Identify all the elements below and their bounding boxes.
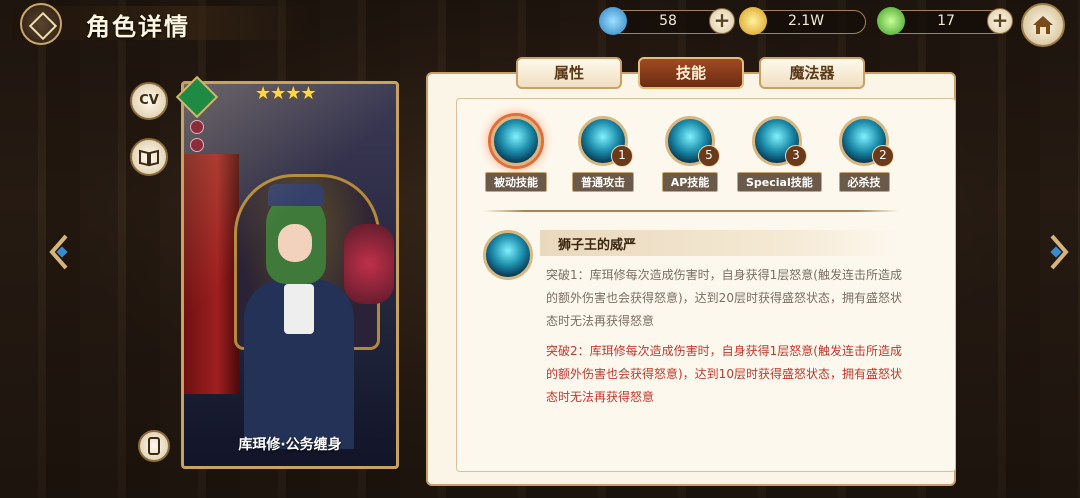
book-icon: [139, 149, 159, 167]
swap-icon: [148, 437, 160, 455]
resource-gold: 2.1W: [739, 7, 866, 35]
wind-skill-icon: 5: [665, 116, 720, 167]
divider: [483, 210, 899, 212]
wings-value: 58: [659, 13, 677, 29]
breakthrough-2-text: 突破2：库珥修每次造成伤害时，自身获得1层怒意(触发连击所造成的额外伤害也会获得…: [546, 344, 902, 404]
skill-normal-attack[interactable]: 1 普通攻击: [563, 116, 643, 192]
gold-coin-icon: [739, 7, 767, 35]
green-crystal-icon: [877, 7, 905, 35]
skill-level-badge: 2: [872, 145, 894, 167]
page-title: 角色详情: [86, 13, 190, 41]
skill-label: 必杀技: [838, 172, 890, 192]
resource-crystal: 17 +: [877, 7, 1013, 35]
skill-label: 普通攻击: [572, 172, 634, 192]
cv-label: CV: [139, 93, 159, 108]
storm-skill-icon: 2: [839, 116, 894, 167]
skill-passive[interactable]: 被动技能: [476, 116, 556, 192]
skill-special[interactable]: 3 Special技能: [737, 116, 822, 192]
sword-skill-icon: [483, 230, 533, 280]
add-crystal-button[interactable]: +: [987, 8, 1013, 34]
back-button[interactable]: [20, 3, 62, 45]
skill-level-badge: 3: [785, 145, 807, 167]
skill-ap[interactable]: 5 AP技能: [650, 116, 730, 192]
skill-level-badge: 1: [611, 145, 633, 167]
skill-label: 被动技能: [485, 172, 547, 192]
cv-button[interactable]: CV: [130, 82, 168, 120]
resource-wings: 58 +: [599, 7, 735, 35]
tab-magic-items[interactable]: 魔法器: [759, 57, 865, 89]
blue-wing-icon: [599, 7, 627, 35]
skill-list: 被动技能 1 普通攻击 5 AP技能 3 Special技能 2 必杀技: [478, 116, 918, 196]
skill-label: Special技能: [737, 172, 822, 192]
gold-value: 2.1W: [787, 13, 825, 29]
crystal-value: 17: [937, 13, 955, 29]
swap-button[interactable]: [138, 430, 170, 462]
slash-skill-icon: 1: [578, 116, 633, 167]
top-bar: 角色详情 58 + 2.1W 17 +: [0, 0, 1080, 47]
card-art-glow: [184, 84, 396, 466]
rarity-stars: ★★★★: [255, 83, 317, 104]
wave-skill-icon: 3: [752, 116, 807, 167]
tab-skills[interactable]: 技能: [638, 57, 744, 89]
status-dots: [190, 120, 204, 156]
skill-label: AP技能: [661, 172, 719, 192]
add-wings-button[interactable]: +: [709, 8, 735, 34]
skill-name: 狮子王的威严: [558, 238, 637, 253]
skill-level-badge: 5: [698, 145, 720, 167]
book-button[interactable]: [130, 138, 168, 176]
status-dot: [190, 138, 204, 152]
home-icon: [1033, 16, 1053, 34]
status-dot: [190, 120, 204, 134]
next-arrow-icon[interactable]: [1046, 232, 1072, 272]
sword-skill-icon: [491, 116, 541, 166]
home-button[interactable]: [1021, 3, 1065, 47]
character-card: [181, 81, 399, 469]
character-name: 库珥修·公务缠身: [238, 437, 342, 453]
skill-ultimate[interactable]: 2 必杀技: [824, 116, 904, 192]
diamond-icon: [28, 11, 58, 41]
breakthrough-1-text: 突破1：库珥修每次造成伤害时，自身获得1层怒意(触发连击所造成的额外伤害也会获得…: [546, 268, 902, 328]
prev-arrow-icon[interactable]: [46, 232, 72, 272]
tab-attributes[interactable]: 属性: [516, 57, 622, 89]
